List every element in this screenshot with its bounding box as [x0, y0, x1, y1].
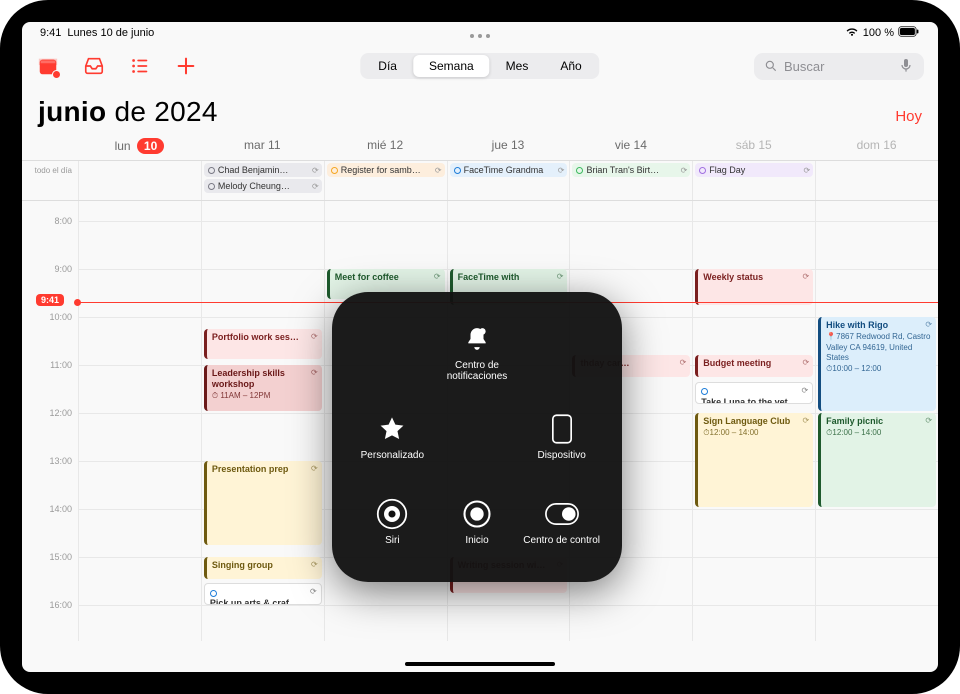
battery-text: 100 %: [863, 27, 894, 39]
calendar-event[interactable]: Family picnic⏱12:00 – 14:00⟳: [818, 413, 936, 507]
status-bar: 9:41 Lunes 10 de junio 100 %: [22, 22, 938, 44]
view-segmented-control: Día Semana Mes Año: [360, 53, 599, 79]
inbox-icon[interactable]: [82, 54, 106, 78]
month-header: junio de 2024 Hoy: [22, 88, 938, 134]
mic-icon[interactable]: [898, 57, 914, 76]
day-head-sat[interactable]: sáb 15: [692, 134, 815, 160]
col-sun[interactable]: Hike with Rigo📍7867 Redwood Rd, Castro V…: [815, 201, 938, 641]
allday-event[interactable]: Melody Cheung…⟳: [204, 179, 322, 193]
now-time-badge: 9:41: [36, 294, 64, 306]
col-sat[interactable]: Weekly status⟳ Budget meeting⟳ Take Luna t…: [692, 201, 815, 641]
allday-event[interactable]: Register for samb…⟳: [327, 163, 445, 177]
at-device[interactable]: Dispositivo: [519, 395, 604, 480]
page-title: junio de 2024: [38, 96, 218, 128]
notification-badge: [52, 70, 61, 79]
allday-tue[interactable]: Chad Benjamin…⟳ Melody Cheung…⟳: [201, 161, 324, 200]
allday-sun[interactable]: [815, 161, 938, 200]
device-icon: [545, 412, 579, 446]
day-head-sun[interactable]: dom 16: [815, 134, 938, 160]
search-placeholder: Buscar: [784, 59, 892, 74]
allday-fri[interactable]: Brian Tran's Birt…⟳: [569, 161, 692, 200]
status-time: 9:41: [40, 27, 61, 39]
hour-label: 13:00: [49, 456, 72, 466]
seg-day[interactable]: Día: [362, 55, 413, 77]
control-center-icon: [545, 497, 579, 531]
day-head-mon[interactable]: lun 10: [78, 134, 201, 160]
at-custom[interactable]: Personalizado: [350, 395, 435, 480]
assistivetouch-menu: Centro de notificaciones Personalizado D…: [332, 292, 622, 582]
at-notifications[interactable]: Centro de notificaciones: [435, 310, 520, 395]
search-icon: [764, 59, 778, 73]
home-icon: [460, 497, 494, 531]
battery-icon: [898, 26, 920, 40]
at-control-center[interactable]: Centro de control: [519, 479, 604, 564]
hour-label: 14:00: [49, 504, 72, 514]
allday-wed[interactable]: Register for samb…⟳: [324, 161, 447, 200]
day-headers: lun 10 mar 11 mié 12 jue 13 vie 14 sáb 1…: [22, 134, 938, 161]
allday-sat[interactable]: Flag Day⟳: [692, 161, 815, 200]
allday-event[interactable]: Flag Day⟳: [695, 163, 813, 177]
allday-event[interactable]: FaceTime Grandma⟳: [450, 163, 568, 177]
calendar-icon[interactable]: [36, 54, 60, 78]
col-tue[interactable]: Portfolio work ses…⟳ Leadership skills wo…: [201, 201, 324, 641]
calendar-event[interactable]: Budget meeting⟳: [695, 355, 813, 377]
seg-year[interactable]: Año: [544, 55, 597, 77]
allday-event[interactable]: Brian Tran's Birt…⟳: [572, 163, 690, 177]
at-home[interactable]: Inicio: [435, 479, 520, 564]
col-mon[interactable]: [78, 201, 201, 641]
screen: 9:41 Lunes 10 de junio 100 %: [22, 22, 938, 672]
list-icon[interactable]: [128, 54, 152, 78]
calendar-event[interactable]: Sign Language Club⏱12:00 – 14:00⟳: [695, 413, 813, 507]
allday-label: todo el día: [22, 161, 78, 200]
calendar-event[interactable]: Leadership skills workshop⏱ 11AM – 12PM⟳: [204, 365, 322, 411]
day-head-wed[interactable]: mié 12: [324, 134, 447, 160]
app-toolbar: Día Semana Mes Año Buscar: [22, 44, 938, 88]
hour-label: 12:00: [49, 408, 72, 418]
hour-label: 9:00: [54, 264, 72, 274]
day-head-tue[interactable]: mar 11: [201, 134, 324, 160]
siri-icon: [375, 497, 409, 531]
at-siri[interactable]: Siri: [350, 479, 435, 564]
calendar-event[interactable]: Hike with Rigo📍7867 Redwood Rd, Castro V…: [818, 317, 936, 411]
allday-event[interactable]: Chad Benjamin…⟳: [204, 163, 322, 177]
allday-row: todo el día Chad Benjamin…⟳ Melody Cheung…: [22, 161, 938, 201]
calendar-event[interactable]: Presentation prep⟳: [204, 461, 322, 545]
seg-week[interactable]: Semana: [413, 55, 490, 77]
calendar-event[interactable]: Singing group⟳: [204, 557, 322, 579]
hour-label: 8:00: [54, 216, 72, 226]
allday-thu[interactable]: FaceTime Grandma⟳: [447, 161, 570, 200]
calendar-event[interactable]: Portfolio work ses…⟳: [204, 329, 322, 359]
hour-label: 16:00: [49, 600, 72, 610]
status-date: Lunes 10 de junio: [67, 27, 154, 39]
calendar-event[interactable]: Pick up arts & craf…⟳: [204, 583, 322, 605]
hour-label: 15:00: [49, 552, 72, 562]
seg-month[interactable]: Mes: [490, 55, 545, 77]
hour-label: 10:00: [49, 312, 72, 322]
today-button[interactable]: Hoy: [895, 108, 922, 125]
calendar-event[interactable]: Take Luna to the vet⟳: [695, 382, 813, 404]
hours-gutter: 8:00 9:00 10:00 11:00 12:00 13:00 14:00 15:00 16…: [22, 201, 78, 641]
home-indicator[interactable]: [405, 662, 555, 666]
star-icon: [375, 412, 409, 446]
bell-icon: [460, 322, 494, 356]
ipad-frame: 9:41 Lunes 10 de junio 100 %: [0, 0, 960, 694]
add-icon[interactable]: [174, 54, 198, 78]
multitask-dots[interactable]: [470, 34, 490, 38]
calendar-event[interactable]: Weekly status⟳: [695, 269, 813, 305]
day-head-thu[interactable]: jue 13: [447, 134, 570, 160]
search-input[interactable]: Buscar: [754, 53, 924, 80]
wifi-icon: [845, 27, 859, 40]
hour-label: 11:00: [50, 360, 72, 370]
today-date-badge: 10: [137, 138, 164, 154]
day-head-fri[interactable]: vie 14: [569, 134, 692, 160]
allday-mon[interactable]: [78, 161, 201, 200]
